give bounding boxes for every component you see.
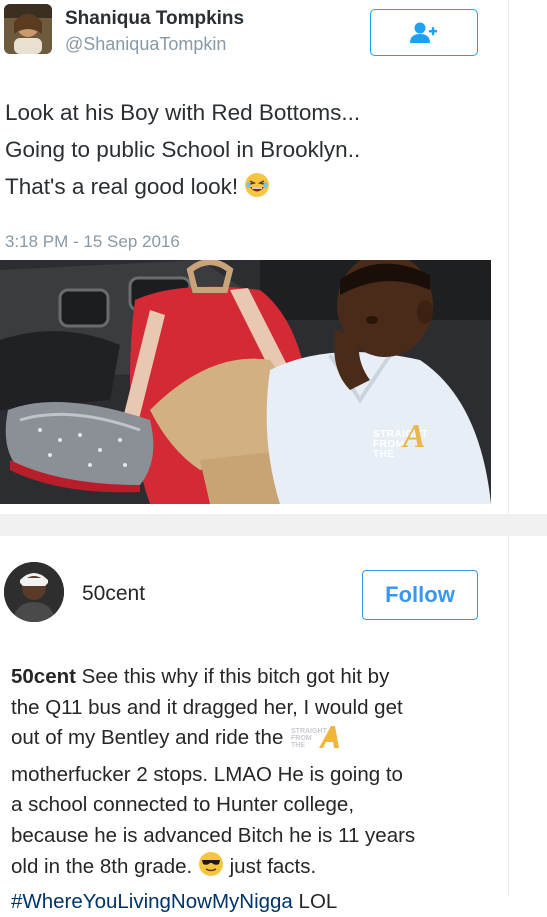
caption-text: out of my Bentley and ride the — [11, 726, 283, 749]
tweet-line: Going to public School in Brooklyn.. — [5, 131, 495, 168]
tweet-line: Look at his Boy with Red Bottoms... — [5, 94, 495, 131]
svg-text:THE: THE — [291, 742, 305, 749]
watermark-letter: A — [403, 432, 426, 442]
laughing-emoji-icon — [244, 172, 270, 209]
watermark-line3: THE — [373, 449, 395, 460]
watermark-logo: STRAIGHT FROM THE A — [373, 430, 453, 474]
tweet-line: That's a real good look! — [5, 168, 495, 209]
follow-button[interactable] — [370, 9, 478, 56]
display-name[interactable]: Shaniqua Tompkins — [65, 8, 244, 30]
user-handle[interactable]: @ShaniquaTompkin — [65, 34, 226, 55]
caption-line: old in the 8th grade. just facts. — [11, 851, 511, 887]
caption-line: the Q11 bus and it dragged her, I would … — [11, 693, 511, 724]
svg-text:FROM: FROM — [291, 735, 312, 742]
instagram-follow-button[interactable]: Follow — [362, 570, 478, 620]
tweet-text: Look at his Boy with Red Bottoms... Goin… — [5, 94, 495, 209]
tweet-line-text: That's a real good look! — [5, 174, 238, 199]
profile-avatar[interactable] — [4, 4, 52, 54]
caption-line: #WhereYouLivingNowMyNigga LOL — [11, 887, 511, 917]
caption-line: because he is advanced Bitch he is 11 ye… — [11, 821, 511, 852]
hashtag-link[interactable]: #WhereYouLivingNowMyNigga — [11, 890, 293, 913]
caption-line: out of my Bentley and ride the STRAIGHT … — [11, 723, 511, 760]
tweet-card: Shaniqua Tompkins @ShaniquaTompkin Look … — [0, 0, 509, 514]
sunglasses-emoji-icon — [198, 851, 224, 887]
caption-text: old in the 8th grade. — [11, 855, 192, 878]
caption-line: a school connected to Hunter college, — [11, 790, 511, 821]
caption-username[interactable]: 50cent — [11, 665, 76, 688]
watermark-icon: STRAIGHT FROM THE — [289, 724, 349, 760]
caption-line: 50cent See this why if this bitch got hi… — [11, 662, 511, 693]
caption-text: LOL — [293, 890, 337, 913]
add-user-icon — [410, 22, 438, 44]
tweet-timestamp[interactable]: 3:18 PM - 15 Sep 2016 — [5, 232, 180, 252]
tweet-photo[interactable]: STRAIGHT FROM THE A — [0, 260, 491, 504]
svg-text:STRAIGHT: STRAIGHT — [291, 728, 328, 735]
caption-text: just facts. — [224, 855, 316, 878]
caption-text: See this why if this bitch got hit by — [76, 665, 389, 688]
card-separator — [0, 514, 547, 536]
instagram-username[interactable]: 50cent — [82, 582, 145, 606]
caption-line: motherfucker 2 stops. LMAO He is going t… — [11, 760, 511, 791]
instagram-card: 50cent Follow 50cent See this why if thi… — [0, 536, 509, 896]
instagram-avatar[interactable] — [4, 562, 64, 622]
instagram-caption: 50cent See this why if this bitch got hi… — [11, 662, 511, 917]
